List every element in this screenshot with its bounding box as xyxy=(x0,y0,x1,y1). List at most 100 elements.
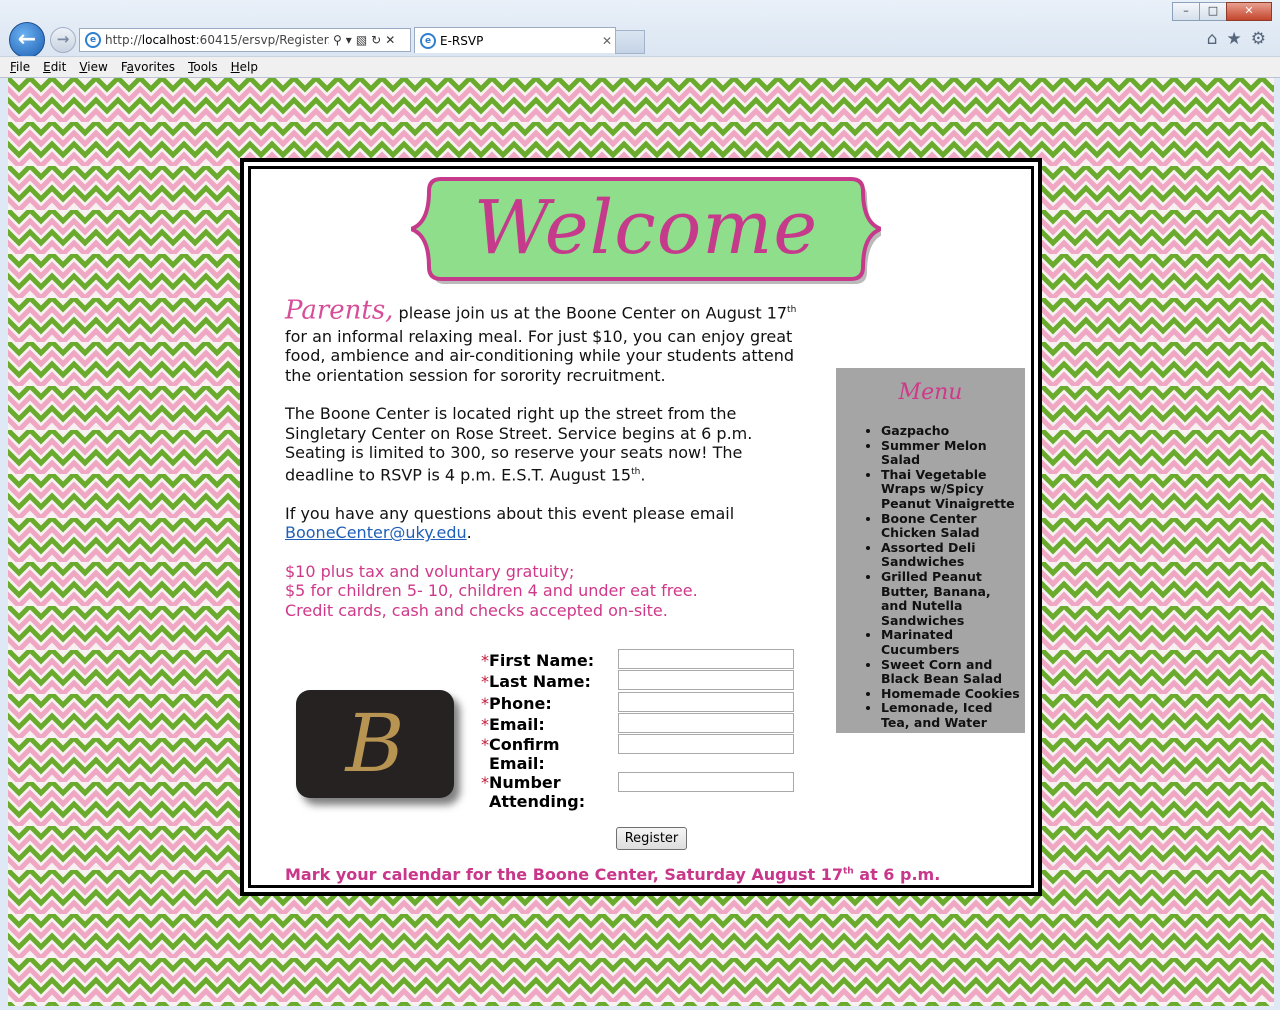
intro-para2-sup: th xyxy=(631,466,641,477)
menu-bar: File Edit View Favorites Tools Help xyxy=(0,56,1280,78)
required-star: * xyxy=(481,735,489,754)
intro-para-2: The Boone Center is located right up the… xyxy=(285,404,815,484)
menu-tools-accel: T xyxy=(188,60,194,74)
first-name-label-text: First Name: xyxy=(489,651,595,670)
card-border-white: Welcome Parents, please join us at the B… xyxy=(244,162,1038,892)
intro-para2-text: The Boone Center is located right up the… xyxy=(285,404,753,485)
forward-button[interactable]: → xyxy=(50,27,76,53)
intro-line1-sup: th xyxy=(787,305,797,315)
required-star: * xyxy=(481,694,489,713)
rsvp-card: Welcome Parents, please join us at the B… xyxy=(240,158,1042,896)
menu-item: Summer Melon Salad xyxy=(881,438,1021,468)
search-icon[interactable]: ⚲ xyxy=(333,33,342,47)
required-star: * xyxy=(481,672,489,691)
tab-title: E-RSVP xyxy=(440,33,484,48)
window-controls: – □ ✕ xyxy=(1172,2,1272,21)
menu-help[interactable]: Help xyxy=(231,60,258,74)
first-name-input[interactable] xyxy=(618,649,794,669)
phone-label-text: Phone: xyxy=(489,694,552,713)
email-label: *Email: xyxy=(481,715,545,734)
welcome-banner: Welcome xyxy=(411,171,881,289)
compatibility-icon[interactable]: ▧ xyxy=(356,33,367,47)
email-link[interactable]: BooneCenter@uky.edu xyxy=(285,523,467,542)
menu-item: Gazpacho xyxy=(881,423,1021,439)
menu-item: Grilled Peanut Butter, Banana, and Nutel… xyxy=(881,569,1021,628)
menu-edit-accel: E xyxy=(43,60,51,74)
page-viewport: Welcome Parents, please join us at the B… xyxy=(8,78,1274,1006)
intro-para-3: If you have any questions about this eve… xyxy=(285,504,815,543)
email-input[interactable] xyxy=(618,713,794,733)
menu-box: Menu Gazpacho Summer Melon Salad Thai Ve… xyxy=(836,368,1025,733)
new-tab-button[interactable] xyxy=(615,30,645,54)
browser-chrome: – □ ✕ ← → e http://localhost:60415/ersvp… xyxy=(0,0,1280,78)
url-host: localhost xyxy=(141,33,196,47)
back-button[interactable]: ← xyxy=(9,22,45,58)
required-star: * xyxy=(481,715,489,734)
confirm-email-label-1: Confirm xyxy=(489,735,560,754)
intro-para3-text: If you have any questions about this eve… xyxy=(285,503,735,523)
menu-item: Assorted Deli Sandwiches xyxy=(881,540,1021,570)
intro-para2-end: . xyxy=(640,465,646,485)
url-path: :60415/ersvp/Register.aspx xyxy=(195,33,329,47)
footer-line: Mark your calendar for the Boone Center,… xyxy=(285,865,940,884)
forward-arrow-icon: → xyxy=(56,30,70,48)
menu-help-accel: H xyxy=(230,60,240,74)
toolbar-icons: ⌂ ★ ⚙ xyxy=(1207,29,1266,49)
phone-input[interactable] xyxy=(618,692,794,712)
gear-icon[interactable]: ⚙ xyxy=(1251,29,1266,49)
price-line-2: $5 for children 5- 10, children 4 and un… xyxy=(285,581,698,601)
favorites-star-icon[interactable]: ★ xyxy=(1227,29,1242,49)
confirm-email-label-2: Email: xyxy=(489,754,545,773)
register-button[interactable]: Register xyxy=(616,827,687,850)
intro-line-1: Parents, please join us at the Boone Cen… xyxy=(285,297,815,323)
intro-line1-text: please join us at the Boone Center on Au… xyxy=(393,303,788,323)
footer-text-b: at 6 p.m. xyxy=(853,865,941,884)
menu-item: Boone Center Chicken Salad xyxy=(881,511,1021,541)
phone-label: *Phone: xyxy=(481,694,552,713)
menu-view[interactable]: View xyxy=(79,60,107,74)
number-attending-label-1: Number xyxy=(489,773,561,792)
menu-item: Sweet Corn and Black Bean Salad xyxy=(881,657,1021,687)
home-icon[interactable]: ⌂ xyxy=(1207,29,1218,49)
intro-text: Parents, please join us at the Boone Cen… xyxy=(285,297,815,620)
card-border-black: Welcome Parents, please join us at the B… xyxy=(248,166,1034,888)
last-name-input[interactable] xyxy=(618,670,794,690)
last-name-label-text: Last Name: xyxy=(489,672,591,691)
tab-ie-icon: e xyxy=(420,32,436,49)
required-star: * xyxy=(481,773,489,792)
browser-tab[interactable]: e E-RSVP ✕ xyxy=(414,27,616,53)
menu-file[interactable]: File xyxy=(10,60,30,74)
address-bar[interactable]: e http://localhost:60415/ersvp/Register.… xyxy=(79,28,411,52)
menu-item: Marinated Cucumbers xyxy=(881,627,1021,657)
url-prefix: http:// xyxy=(105,33,142,47)
boone-logo: B xyxy=(296,690,454,798)
footer-sup: th xyxy=(842,866,854,877)
menu-item: Thai Vegetable Wraps w/Spicy Peanut Vina… xyxy=(881,467,1021,512)
refresh-icon[interactable]: ↻ xyxy=(371,33,381,47)
first-name-label: *First Name: xyxy=(481,651,594,670)
menu-file-accel: F xyxy=(10,60,17,74)
tab-close-icon[interactable]: ✕ xyxy=(602,34,612,48)
url-text[interactable]: http://localhost:60415/ersvp/Register.as… xyxy=(105,33,329,47)
menu-list: Gazpacho Summer Melon Salad Thai Vegetab… xyxy=(851,423,1021,730)
number-attending-label-2: Attending: xyxy=(489,792,586,811)
stop-icon[interactable]: ✕ xyxy=(385,33,395,47)
price-line-1: $10 plus tax and voluntary gratuity; xyxy=(285,561,575,581)
maximize-button[interactable]: □ xyxy=(1199,2,1227,21)
parents-heading: Parents, xyxy=(285,295,394,326)
menu-title: Menu xyxy=(898,380,963,405)
close-window-button[interactable]: ✕ xyxy=(1226,2,1272,21)
email-end: . xyxy=(466,523,472,543)
menu-tools[interactable]: Tools xyxy=(188,60,218,74)
confirm-email-input[interactable] xyxy=(618,734,794,754)
menu-favorites-accel: a xyxy=(126,60,134,74)
menu-favorites[interactable]: Favorites xyxy=(121,60,175,74)
minimize-button[interactable]: – xyxy=(1172,2,1200,21)
menu-edit[interactable]: Edit xyxy=(43,60,66,74)
back-arrow-icon: ← xyxy=(17,27,37,52)
email-label-text: Email: xyxy=(489,715,545,734)
number-attending-input[interactable] xyxy=(618,772,794,792)
intro-para-1: for an informal relaxing meal. For just … xyxy=(285,326,794,385)
dropdown-icon[interactable]: ▾ xyxy=(346,33,352,47)
confirm-email-label: *Confirm Email: xyxy=(481,735,560,773)
